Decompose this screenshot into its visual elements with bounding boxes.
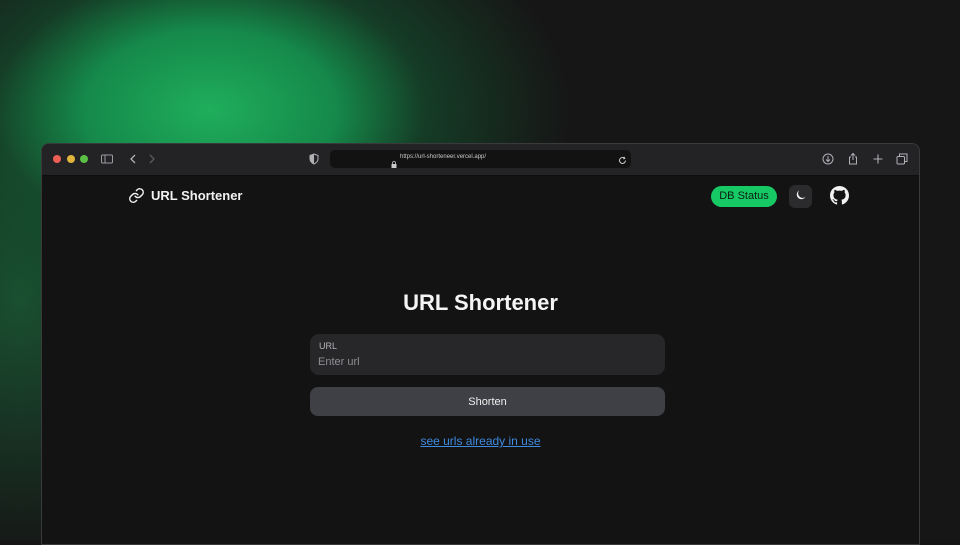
page-title: URL Shortener: [403, 290, 558, 315]
shorten-button[interactable]: Shorten: [310, 387, 665, 416]
back-icon[interactable]: [126, 152, 140, 166]
minimize-window-button[interactable]: [67, 155, 75, 163]
share-icon[interactable]: [846, 152, 860, 166]
url-input[interactable]: [318, 354, 648, 369]
address-bar[interactable]: https://url-shorteneer.vercel.app/: [330, 150, 631, 168]
url-field-label: URL: [319, 341, 338, 351]
download-icon[interactable]: [821, 152, 835, 166]
reload-icon[interactable]: [617, 153, 628, 164]
new-tab-icon[interactable]: [871, 152, 885, 166]
db-status-button[interactable]: DB Status: [711, 186, 777, 207]
browser-toolbar: https://url-shorteneer.vercel.app/: [42, 144, 919, 176]
link-icon: [128, 187, 145, 204]
sidebar-icon[interactable]: [100, 152, 114, 166]
shield-icon[interactable]: [307, 152, 321, 166]
moon-icon: [795, 188, 807, 206]
theme-toggle-button[interactable]: [789, 185, 812, 208]
close-window-button[interactable]: [53, 155, 61, 163]
github-icon[interactable]: [830, 186, 849, 205]
maximize-window-button[interactable]: [80, 155, 88, 163]
url-field[interactable]: URL: [310, 334, 665, 375]
forward-icon[interactable]: [145, 152, 159, 166]
browser-window: https://url-shorteneer.vercel.app/ URL S…: [41, 143, 920, 545]
urls-in-use-link-wrap: see urls already in use: [42, 432, 919, 450]
address-bar-url: https://url-shorteneer.vercel.app/: [400, 154, 487, 160]
lock-icon: [391, 155, 397, 168]
urls-in-use-link[interactable]: see urls already in use: [420, 434, 540, 448]
tabs-overview-icon[interactable]: [895, 152, 909, 166]
brand-link[interactable]: URL Shortener: [128, 187, 243, 204]
brand-name: URL Shortener: [151, 188, 243, 203]
page-content: URL Shortener DB Status URL Shortener UR…: [42, 176, 919, 544]
